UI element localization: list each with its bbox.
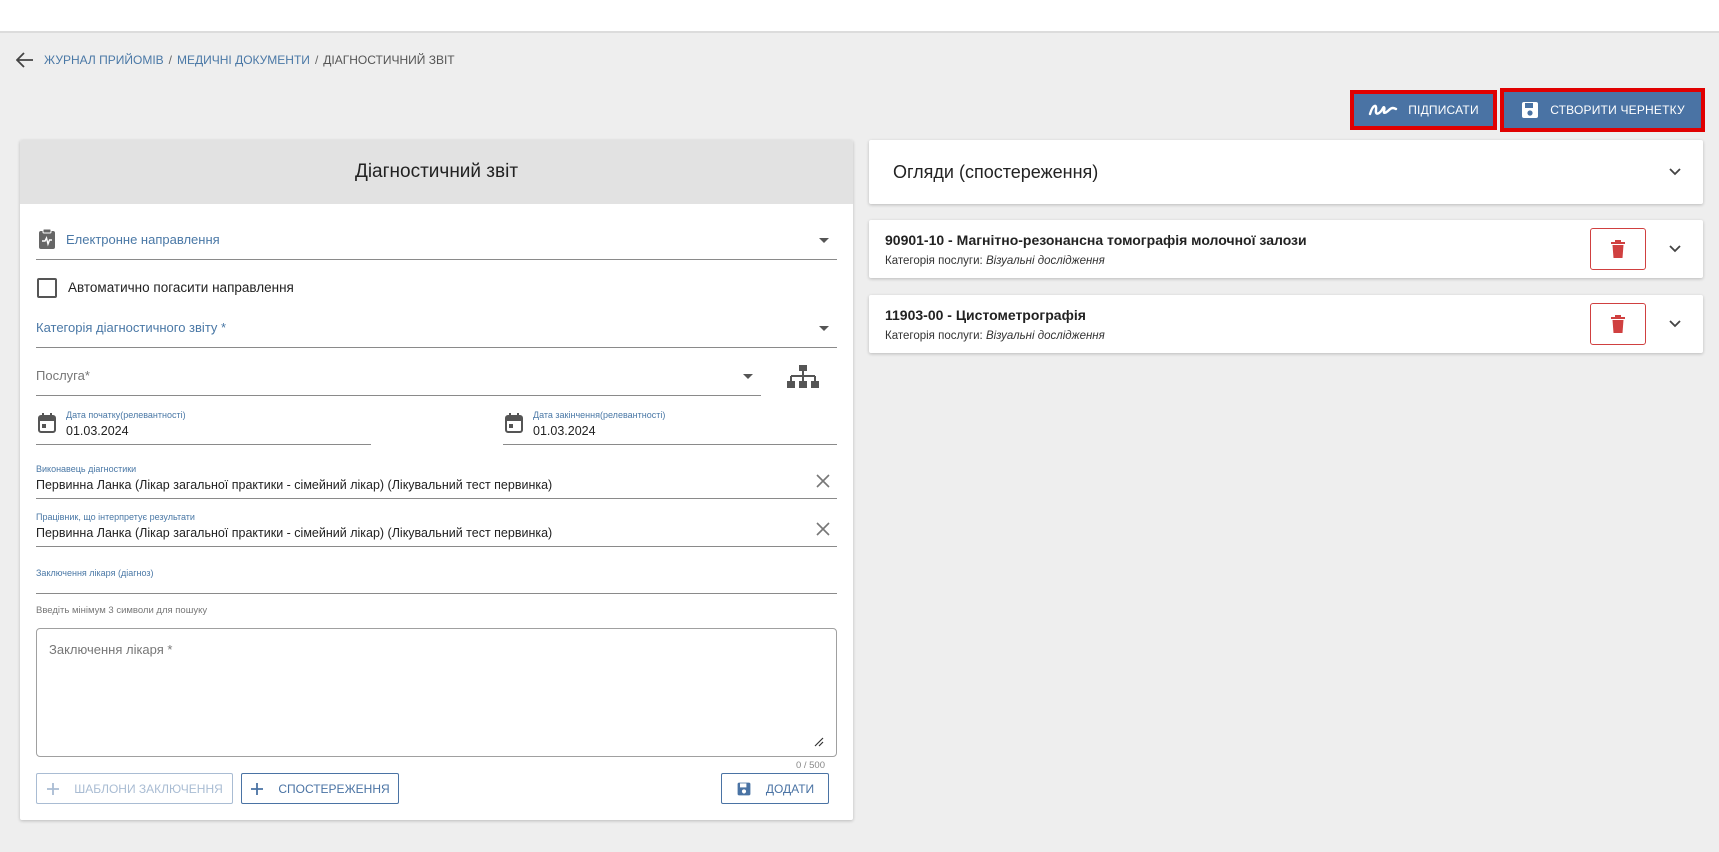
- performer-value: Первинна Ланка (Лікар загальної практики…: [36, 478, 553, 492]
- trash-icon: [1611, 315, 1625, 333]
- performer-label: Виконавець діагностики: [36, 464, 137, 474]
- observation-title: 90901-10 - Магнітно-резонансна томографі…: [885, 232, 1307, 248]
- auto-close-label: Автоматично погасити направлення: [68, 280, 294, 295]
- observation-item[interactable]: 90901-10 - Магнітно-резонансна томографі…: [869, 220, 1703, 278]
- conclusion-textarea[interactable]: Заключення лікаря *: [36, 628, 837, 757]
- create-draft-button[interactable]: СТВОРИТИ ЧЕРНЕТКУ: [1500, 88, 1705, 132]
- referral-select[interactable]: Електронне направлення: [36, 222, 837, 260]
- templates-button-label: ШАБЛОНИ ЗАКЛЮЧЕННЯ: [74, 781, 223, 796]
- service-placeholder: Послуга*: [36, 368, 90, 383]
- observation-item[interactable]: 11903-00 - Цистометрографія Категорія по…: [869, 295, 1703, 353]
- observations-button[interactable]: СПОСТЕРЕЖЕННЯ: [241, 773, 399, 804]
- diagnosis-label: Заключення лікаря (діагноз): [36, 568, 154, 578]
- dropdown-caret-icon[interactable]: [819, 238, 829, 243]
- breadcrumb-link-appointments[interactable]: ЖУРНАЛ ПРИЙОМІВ: [44, 53, 164, 67]
- breadcrumb-current: ДІАГНОСТИЧНИЙ ЗВІТ: [323, 53, 455, 67]
- start-date-label: Дата початку(релевантності): [66, 410, 186, 420]
- top-bar: [0, 0, 1719, 33]
- add-button[interactable]: ДОДАТИ: [721, 773, 829, 804]
- delete-observation-button[interactable]: [1590, 303, 1646, 345]
- plus-icon: [251, 782, 264, 795]
- breadcrumb-link-medical-documents[interactable]: МЕДИЧНІ ДОКУМЕНТИ: [177, 53, 310, 67]
- breadcrumb-separator: /: [314, 53, 319, 67]
- diagnosis-input[interactable]: Заключення лікаря (діагноз): [36, 564, 837, 594]
- observation-category: Категорія послуги: Візуальні дослідження: [885, 255, 1105, 267]
- signature-icon: [1369, 104, 1398, 116]
- create-draft-button-label: СТВОРИТИ ЧЕРНЕТКУ: [1550, 103, 1685, 117]
- templates-button[interactable]: ШАБЛОНИ ЗАКЛЮЧЕННЯ: [36, 773, 233, 804]
- category-value: Візуальні дослідження: [985, 255, 1105, 267]
- observation-category: Категорія послуги: Візуальні дослідження: [885, 330, 1105, 342]
- report-category-label: Категорія діагностичного звіту *: [36, 320, 227, 335]
- clipboard-pulse-icon: [38, 228, 56, 255]
- category-prefix: Категорія послуги:: [885, 255, 983, 267]
- save-icon: [737, 782, 751, 795]
- interpreter-field[interactable]: Працівник, що інтерпретує результати Пер…: [36, 508, 837, 547]
- end-date-value: 01.03.2024: [533, 424, 596, 438]
- referral-label: Електронне направлення: [66, 232, 220, 247]
- observations-button-label: СПОСТЕРЕЖЕННЯ: [278, 781, 390, 796]
- diagnosis-hint: Введіть мінімум 3 символи для пошуку: [36, 605, 208, 616]
- conclusion-placeholder: Заключення лікаря *: [49, 642, 173, 657]
- back-arrow-icon[interactable]: [16, 50, 38, 70]
- service-select[interactable]: Послуга*: [36, 356, 761, 396]
- category-value: Візуальні дослідження: [985, 330, 1105, 342]
- end-date-label: Дата закінчення(релевантності): [533, 410, 666, 420]
- form-title: Діагностичний звіт: [20, 140, 853, 204]
- interpreter-label: Працівник, що інтерпретує результати: [36, 512, 195, 522]
- close-icon[interactable]: [815, 473, 833, 491]
- sign-button[interactable]: ПІДПИСАТИ: [1350, 90, 1497, 130]
- dropdown-caret-icon[interactable]: [743, 374, 753, 379]
- calendar-icon[interactable]: [505, 413, 523, 438]
- end-date-field[interactable]: Дата закінчення(релевантності) 01.03.202…: [503, 408, 837, 445]
- observations-panel-title: Огляди (спостереження): [893, 162, 1099, 182]
- close-icon[interactable]: [815, 521, 833, 539]
- report-category-select[interactable]: Категорія діагностичного звіту *: [36, 308, 837, 348]
- add-button-label: ДОДАТИ: [765, 781, 815, 796]
- auto-close-checkbox[interactable]: [37, 278, 57, 298]
- char-counter: 0 / 500: [795, 760, 825, 771]
- breadcrumb: ЖУРНАЛ ПРИЙОМІВ / МЕДИЧНІ ДОКУМЕНТИ / ДІ…: [16, 50, 455, 70]
- dropdown-caret-icon[interactable]: [819, 326, 829, 331]
- plus-icon: [47, 782, 60, 795]
- chevron-down-icon[interactable]: [1667, 316, 1683, 332]
- sign-button-label: ПІДПИСАТИ: [1408, 103, 1479, 117]
- resize-handle-icon[interactable]: [814, 734, 824, 752]
- calendar-icon[interactable]: [38, 413, 56, 438]
- observation-title: 11903-00 - Цистометрографія: [885, 307, 1086, 323]
- trash-icon: [1611, 240, 1625, 258]
- start-date-field[interactable]: Дата початку(релевантності) 01.03.2024: [36, 408, 371, 445]
- hierarchy-icon[interactable]: [787, 364, 819, 395]
- breadcrumb-separator: /: [168, 53, 173, 67]
- diagnostic-report-card: Діагностичний звіт Електронне направленн…: [20, 140, 853, 820]
- performer-field[interactable]: Виконавець діагностики Первинна Ланка (Л…: [36, 460, 837, 499]
- interpreter-value: Первинна Ланка (Лікар загальної практики…: [36, 526, 553, 540]
- observations-panel-header[interactable]: Огляди (спостереження): [869, 140, 1703, 204]
- category-prefix: Категорія послуги:: [885, 330, 983, 342]
- save-icon: [1522, 102, 1539, 118]
- chevron-down-icon[interactable]: [1667, 164, 1683, 180]
- chevron-down-icon[interactable]: [1667, 241, 1683, 257]
- delete-observation-button[interactable]: [1590, 228, 1646, 270]
- start-date-value: 01.03.2024: [66, 424, 129, 438]
